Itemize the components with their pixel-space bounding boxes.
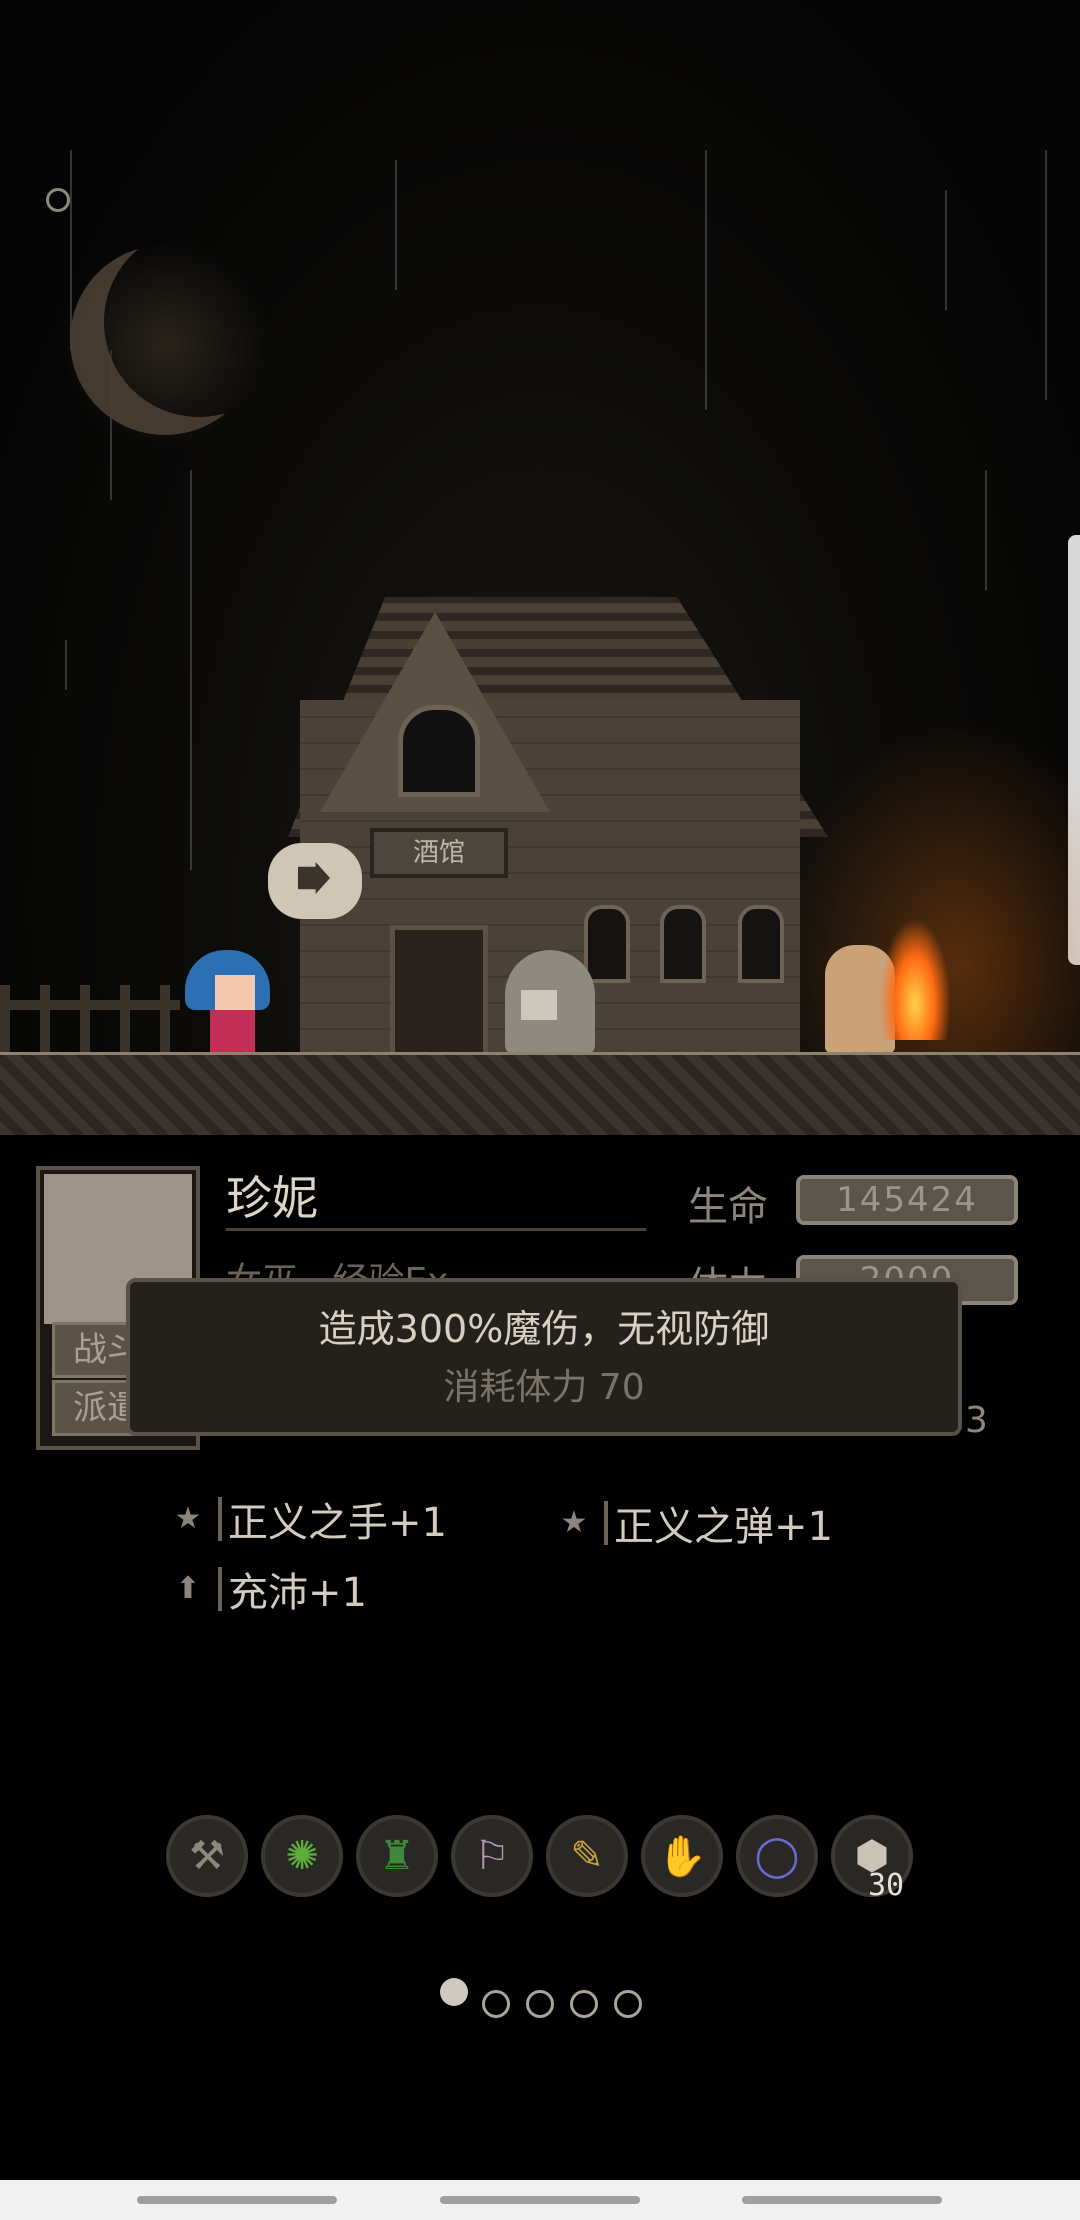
rain-streak	[705, 150, 707, 410]
fence	[0, 985, 180, 1055]
menu-circle-icon[interactable]	[46, 188, 70, 212]
skill-label: 充沛+1	[228, 1570, 367, 1616]
hero-character[interactable]	[185, 950, 270, 1055]
scroll-icon[interactable]: ✎	[546, 1815, 628, 1897]
tavern-window	[660, 905, 706, 983]
beetle-amulet-icon[interactable]: ✺	[261, 1815, 343, 1897]
name-underline	[226, 1228, 646, 1231]
tavern-sign: 酒馆	[370, 828, 508, 878]
page-dot[interactable]	[570, 1990, 598, 2018]
hp-label: 生命	[688, 1184, 768, 1230]
skill-label: 正义之弹+1	[614, 1504, 833, 1550]
tavern-window	[738, 905, 784, 983]
tavern-window	[584, 905, 630, 983]
skill-item[interactable]: ⬆ 充沛+1	[172, 1560, 367, 1618]
tooltip-cost: 消耗体力 70	[443, 1367, 645, 1408]
gloves-icon[interactable]: ✋	[641, 1815, 723, 1897]
rain-streak	[65, 640, 67, 690]
skill-item[interactable]: ★ 正义之手+1	[172, 1490, 447, 1548]
item-count: 30	[868, 1868, 905, 1903]
tooltip-description: 造成300%魔伤，无视防御	[318, 1307, 770, 1351]
attic-window	[398, 705, 480, 797]
ghost-npc[interactable]	[505, 950, 595, 1055]
page-dot[interactable]	[482, 1990, 510, 2018]
star-icon: ★	[560, 1505, 588, 1540]
rain-streak	[190, 470, 192, 870]
arrow-up-icon: ⬆	[175, 1571, 201, 1606]
nav-back-button[interactable]	[742, 2196, 942, 2204]
nav-home-button[interactable]	[440, 2196, 640, 2204]
fence-rail	[0, 1000, 180, 1010]
nav-recents-button[interactable]	[137, 2196, 337, 2204]
skill-item[interactable]: ★ 正义之弹+1	[558, 1494, 833, 1552]
rain-streak	[1045, 150, 1047, 400]
tavern-door[interactable]	[390, 925, 488, 1065]
page-dot[interactable]	[614, 1990, 642, 2018]
character-name: 珍妮	[226, 1171, 318, 1225]
page-dot-active[interactable]	[440, 1978, 468, 2006]
rain-streak	[395, 160, 397, 290]
page-dot[interactable]	[526, 1990, 554, 2018]
skill-label: 正义之手+1	[228, 1500, 447, 1546]
ring-icon[interactable]: ◯	[736, 1815, 818, 1897]
crescent-moon-icon	[70, 245, 260, 435]
hp-value: 145424	[796, 1175, 1018, 1225]
green-robe-icon[interactable]: ♜	[356, 1815, 438, 1897]
rain-streak	[985, 470, 987, 590]
campfire-icon	[880, 920, 950, 1040]
star-icon: ★	[174, 1501, 202, 1536]
axe-icon[interactable]: ⚒	[166, 1815, 248, 1897]
rain-streak	[945, 190, 947, 310]
ground	[0, 1055, 1080, 1135]
boots-icon[interactable]: ⚐	[451, 1815, 533, 1897]
